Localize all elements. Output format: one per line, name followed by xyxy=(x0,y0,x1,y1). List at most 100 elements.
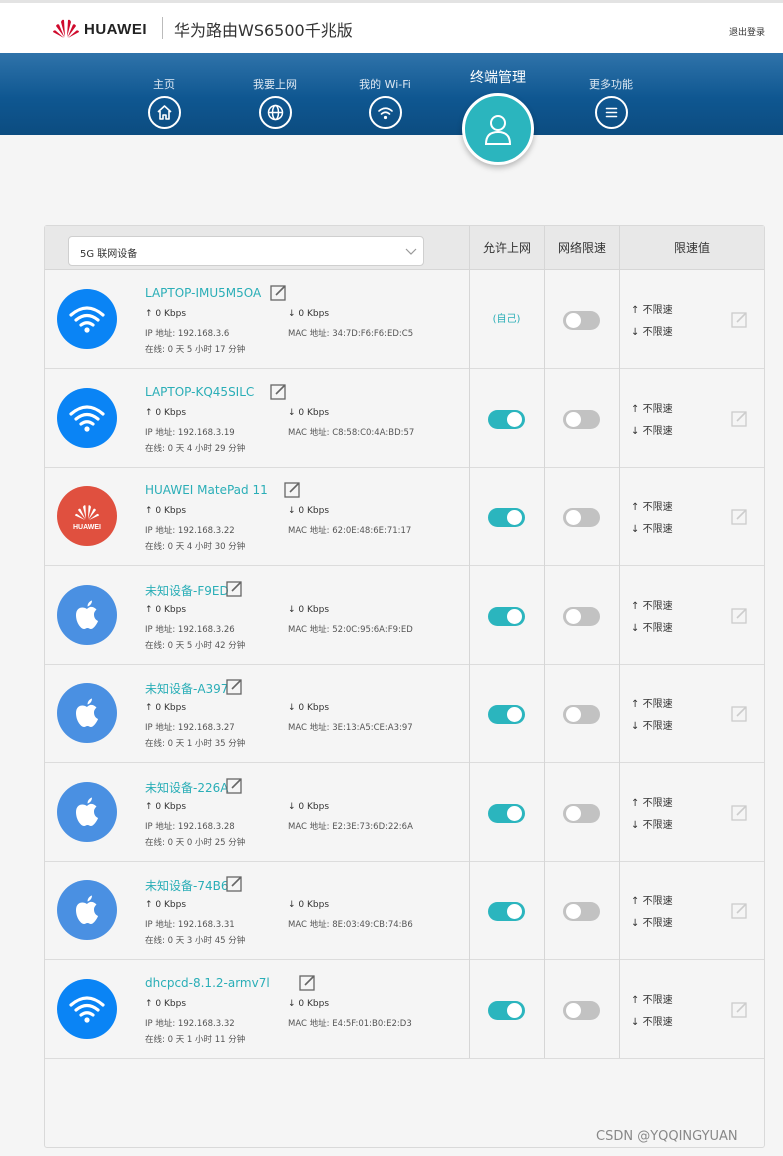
allow-internet-toggle[interactable] xyxy=(488,803,525,823)
speed-limit-toggle[interactable] xyxy=(563,803,600,823)
column-header-limit: 网络限速 xyxy=(544,226,619,270)
upload-speed: ↑ 0 Kbps xyxy=(145,703,187,713)
toggle-knob xyxy=(566,1002,581,1018)
apple-icon xyxy=(57,683,117,743)
huawei-logo-icon: HUAWEI xyxy=(57,486,117,546)
upload-speed: ↑ 0 Kbps xyxy=(145,801,187,812)
allow-internet-toggle[interactable] xyxy=(488,409,525,429)
speed-limit-toggle[interactable] xyxy=(563,606,600,626)
edit-name-icon[interactable] xyxy=(226,580,243,597)
active-nav-bubble[interactable] xyxy=(462,93,534,165)
nav-item-label: 我的 Wi-Fi xyxy=(359,78,411,91)
table-row: dhcpcd-8.1.2-armv7l ↑ 0 Kbps ↓ 0 Kbps IP… xyxy=(45,960,764,1059)
online-duration: 在线: 0 天 5 小时 17 分钟 xyxy=(145,345,246,355)
edit-name-icon[interactable] xyxy=(226,777,243,794)
download-speed: ↓ 0 Kbps xyxy=(288,998,330,1009)
download-speed: ↓ 0 Kbps xyxy=(288,506,330,516)
self-device-label: (自己) xyxy=(492,314,521,325)
toggle-knob xyxy=(507,805,522,821)
allow-internet-toggle[interactable] xyxy=(488,705,525,724)
table-row: LAPTOP-KQ45SILC ↑ 0 Kbps ↓ 0 Kbps IP 地址:… xyxy=(45,369,764,468)
toggle-knob xyxy=(507,510,522,525)
edit-name-icon[interactable] xyxy=(226,875,243,892)
nav-item-more[interactable]: 更多功能 xyxy=(571,53,651,129)
toggle-knob xyxy=(566,313,581,328)
allow-internet-toggle[interactable] xyxy=(488,606,525,626)
download-limit-value: ↓ 不限速 xyxy=(631,524,673,535)
speed-limit-toggle[interactable] xyxy=(563,705,600,724)
user-icon xyxy=(484,115,512,145)
toggle-knob xyxy=(566,411,581,427)
toggle-knob xyxy=(566,904,581,919)
upload-speed: ↑ 0 Kbps xyxy=(145,900,187,910)
speed-limit-toggle[interactable] xyxy=(563,409,600,429)
table-row: 未知设备-74B6 ↑ 0 Kbps ↓ 0 Kbps IP 地址: 192.1… xyxy=(45,861,764,960)
watermark: CSDN @YQQINGYUAN xyxy=(596,1129,738,1144)
device-table: 5G 联网设备 允许上网 网络限速 限速值 LAPTOP-IMU5M5OA ↑ … xyxy=(44,225,765,1148)
down-arrow-icon: ↓ xyxy=(288,900,296,910)
download-limit-value: ↓ 不限速 xyxy=(631,1016,673,1028)
download-limit-value: ↓ 不限速 xyxy=(631,721,673,732)
down-arrow-icon: ↓ xyxy=(288,407,296,418)
device-name[interactable]: LAPTOP-IMU5M5OA xyxy=(145,286,261,300)
edit-name-icon[interactable] xyxy=(284,481,301,498)
mac-address: MAC 地址: 62:0E:48:6E:71:17 xyxy=(288,526,412,536)
edit-limit-icon[interactable] xyxy=(731,902,748,919)
allow-internet-toggle[interactable] xyxy=(488,508,525,527)
speed-limit-toggle[interactable] xyxy=(563,311,600,330)
up-arrow-icon: ↑ xyxy=(145,604,153,615)
device-filter-value: 5G 联网设备 xyxy=(80,249,138,260)
edit-limit-icon[interactable] xyxy=(731,508,748,525)
nav-item-home[interactable]: 主页 xyxy=(124,53,204,129)
device-name[interactable]: 未知设备-226A xyxy=(145,779,228,796)
table-row: 未知设备-226A ↑ 0 Kbps ↓ 0 Kbps IP 地址: 192.1… xyxy=(45,763,764,862)
edit-name-icon[interactable] xyxy=(269,383,287,400)
upload-speed: ↑ 0 Kbps xyxy=(145,998,187,1009)
online-duration: 在线: 0 天 1 小时 11 分钟 xyxy=(145,1034,246,1045)
device-name[interactable]: 未知设备-F9ED xyxy=(145,582,229,599)
speed-limit-toggle[interactable] xyxy=(563,508,600,527)
wifi-icon xyxy=(57,387,117,448)
nav-item-internet[interactable]: 我要上网 xyxy=(235,53,315,129)
logout-link[interactable]: 退出登录 xyxy=(729,25,765,38)
ip-address: IP 地址: 192.168.3.19 xyxy=(145,427,235,438)
up-arrow-icon: ↑ xyxy=(145,506,153,516)
allow-internet-toggle[interactable] xyxy=(488,902,525,921)
edit-name-icon[interactable] xyxy=(226,678,243,695)
device-name[interactable]: LAPTOP-KQ45SILC xyxy=(145,385,254,399)
device-filter-select[interactable]: 5G 联网设备 xyxy=(68,236,424,266)
device-name[interactable]: 未知设备-74B6 xyxy=(145,877,228,894)
toggle-knob xyxy=(507,904,522,919)
down-arrow-icon: ↓ xyxy=(288,506,296,516)
nav-item-terminal[interactable]: 终端管理 xyxy=(458,53,538,87)
download-speed: ↓ 0 Kbps xyxy=(288,604,330,615)
device-name[interactable]: HUAWEI MatePad 11 xyxy=(145,483,268,497)
device-name[interactable]: dhcpcd-8.1.2-armv7l xyxy=(145,976,270,990)
download-speed: ↓ 0 Kbps xyxy=(288,407,330,418)
nav-item-label: 更多功能 xyxy=(589,78,633,91)
edit-limit-icon[interactable] xyxy=(731,607,748,624)
ip-address: IP 地址: 192.168.3.28 xyxy=(145,821,235,832)
edit-limit-icon[interactable] xyxy=(731,705,748,722)
edit-name-icon[interactable] xyxy=(299,974,316,991)
edit-limit-icon[interactable] xyxy=(731,804,748,821)
edit-limit-icon[interactable] xyxy=(731,1001,748,1018)
speed-limit-toggle[interactable] xyxy=(563,902,600,921)
upload-limit-value: ↑ 不限速 xyxy=(631,896,673,907)
mac-address: MAC 地址: E4:5F:01:B0:E2:D3 xyxy=(288,1018,412,1029)
edit-name-icon[interactable] xyxy=(269,284,287,301)
down-arrow-icon: ↓ xyxy=(288,703,296,713)
speed-limit-toggle[interactable] xyxy=(563,1000,600,1020)
allow-internet-toggle[interactable] xyxy=(488,1000,525,1020)
nav-item-wifi[interactable]: 我的 Wi-Fi xyxy=(345,53,425,129)
download-limit-value: ↓ 不限速 xyxy=(631,327,673,338)
nav-item-label: 主页 xyxy=(153,78,175,91)
apple-icon xyxy=(57,584,117,645)
edit-limit-icon[interactable] xyxy=(731,410,748,427)
toggle-knob xyxy=(566,805,581,821)
edit-limit-icon[interactable] xyxy=(731,311,748,328)
online-duration: 在线: 0 天 5 小时 42 分钟 xyxy=(145,640,246,651)
device-name[interactable]: 未知设备-A397 xyxy=(145,680,228,697)
toggle-knob xyxy=(507,411,522,427)
ip-address: IP 地址: 192.168.3.26 xyxy=(145,624,235,635)
